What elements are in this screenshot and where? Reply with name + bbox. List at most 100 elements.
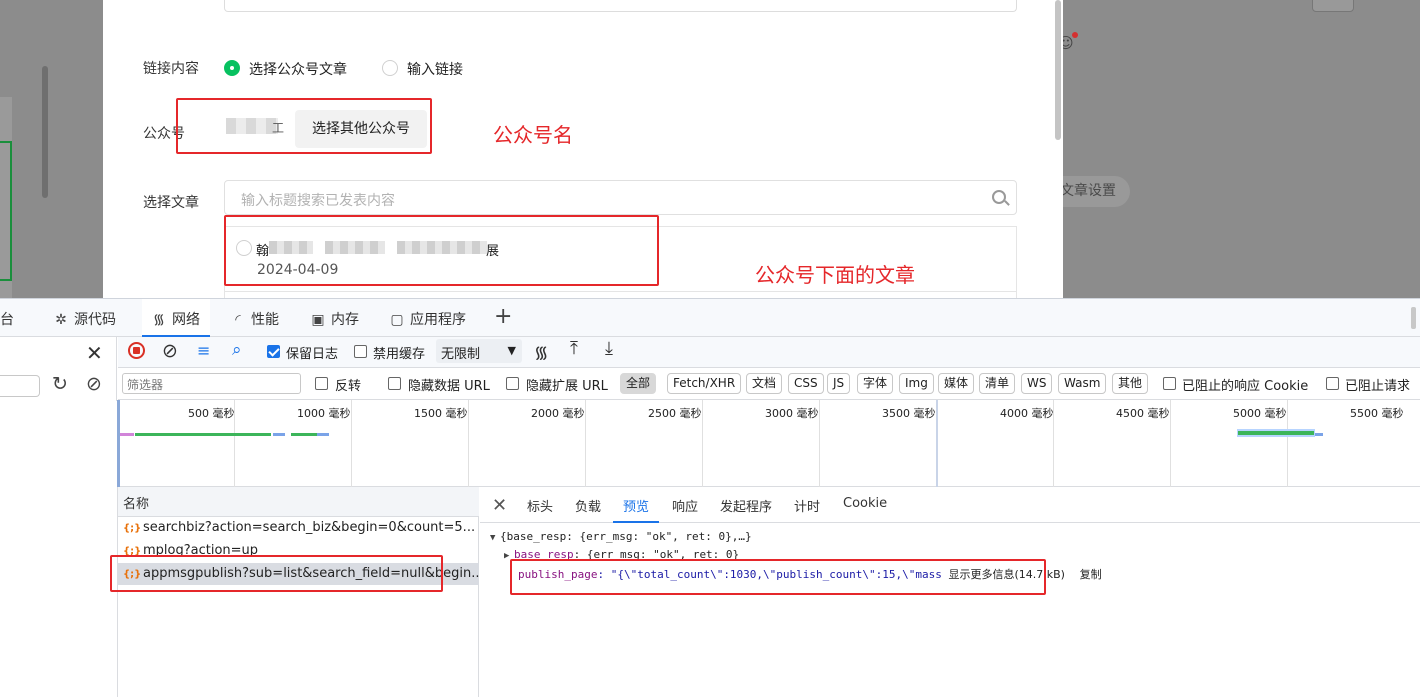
chip-font[interactable]: 字体 [857,373,894,394]
search-icon[interactable]: ⌕ [232,340,242,360]
annotation-box-articles [224,215,659,286]
request-row[interactable]: {;} searchbiz?action=search_biz&begin=0&c… [118,517,479,539]
invert-checkbox[interactable] [315,377,328,390]
network-toolbar: ⊘ ≡ ⌕ 保留日志 禁用缓存 无限制 ▼ ᯾ ⤒ ⤓ [118,337,1420,368]
chip-doc[interactable]: 文档 [746,373,783,394]
radio-select-article-label[interactable]: 选择公众号文章 [249,59,347,79]
disable-cache-checkbox[interactable] [354,345,367,358]
tab-initiator[interactable]: 发起程序 [720,496,772,515]
filter-placeholder: 筛选器 [127,378,164,392]
devtools-panel: 台 ✲ 源代码 ᯾ 网络 ◜ 性能 ▣ 内存 ▢ 应用程序 + ✕ ↻ ⊘ ⊘ ≡ ⌕ 保… [0,298,1420,697]
network-conditions-icon[interactable]: ᯾ [534,340,548,363]
json-root-line[interactable]: ▼ {base_resp: {err_msg: "ok", ret: 0},…} [490,530,752,543]
page-left-panel [0,97,12,298]
clear-icon[interactable]: ⊘ [162,340,178,362]
name-column-header[interactable]: 名称 [118,487,479,517]
chip-css[interactable]: CSS [788,373,824,394]
chip-media[interactable]: 媒体 [938,373,975,394]
article-settings-button[interactable]: 文章设置 [1058,176,1130,207]
tab-network[interactable]: ᯾ 网络 [142,299,210,337]
filter-icon[interactable]: ≡ [197,341,210,360]
article-search-input[interactable]: 输入标题搜索已发表内容 [224,180,1017,215]
tab-memory[interactable]: ▣ 内存 [309,309,359,329]
timeline-label: 3000 毫秒 [765,407,819,420]
tab-cookies[interactable]: Cookie [843,496,887,511]
tab-bar-scrollbar[interactable] [1411,307,1416,329]
timeline-bar [317,433,329,436]
search-icon[interactable] [992,190,1006,204]
radio-input-link-label[interactable]: 输入链接 [407,59,463,79]
tab-console[interactable]: 台 [0,309,14,329]
tab-headers[interactable]: 标头 [527,496,553,515]
timeline-label: 5000 毫秒 [1233,407,1287,420]
upload-icon[interactable]: ⤒ [570,338,578,359]
blocked-cookies-checkbox[interactable] [1163,377,1176,390]
network-timeline-overview[interactable]: 500 毫秒 1000 毫秒 1500 毫秒 2000 毫秒 2500 毫秒 3… [117,400,1420,487]
refresh-icon[interactable]: ↻ [52,373,68,395]
hide-ext-url-checkbox[interactable] [506,377,519,390]
blocked-requests-checkbox[interactable] [1326,377,1339,390]
left-side-panel-body [0,401,117,697]
timeline-label: 1000 毫秒 [297,407,351,420]
wifi-icon: ᯾ [153,312,165,328]
tab-response[interactable]: 响应 [672,496,698,515]
tab-preview[interactable]: 预览 [613,487,660,523]
link-title-input[interactable] [224,0,1017,12]
chip-all[interactable]: 全部 [620,373,657,394]
filter-input[interactable]: 筛选器 [122,373,301,394]
tab-application[interactable]: ▢ 应用程序 [388,309,466,329]
radio-input-link[interactable] [382,60,398,76]
timeline-bar [1315,433,1323,436]
block-icon[interactable]: ⊘ [86,373,102,395]
chip-img[interactable]: Img [899,373,934,394]
add-tab-plus-icon[interactable]: + [494,304,512,329]
throttle-select[interactable]: 无限制 ▼ [436,339,522,363]
link-content-label: 链接内容 [143,61,199,77]
tab-timing[interactable]: 计时 [794,496,820,515]
timeline-col: 500 毫秒 [117,400,235,487]
download-icon[interactable]: ⤓ [605,338,613,359]
page-top-right-button[interactable] [1312,0,1354,12]
timeline-label: 500 毫秒 [188,407,235,420]
record-stop-icon[interactable] [128,342,145,359]
left-side-panel: ✕ ↻ ⊘ [0,337,117,401]
timeline-col: 1000 毫秒 [234,400,351,487]
left-filter-input[interactable] [0,375,40,397]
window-icon: ▢ [390,312,404,328]
chip-wasm[interactable]: Wasm [1058,373,1107,394]
close-icon[interactable]: ✕ [492,495,507,516]
tab-payload[interactable]: 负载 [575,496,601,515]
timeline-label: 4500 毫秒 [1116,407,1170,420]
hide-data-url-label: 隐藏数据 URL [408,379,490,394]
preserve-log-checkbox[interactable] [267,345,280,358]
close-icon[interactable]: ✕ [86,341,103,365]
tab-sources[interactable]: ✲ 源代码 [52,309,116,329]
bug-icon: ✲ [55,312,67,328]
expand-triangle-icon[interactable]: ▼ [490,533,500,543]
radio-select-article[interactable] [224,60,240,76]
timeline-bar [135,433,271,436]
timeline-label: 4000 毫秒 [1000,407,1054,420]
chip-ws[interactable]: WS [1021,373,1053,394]
chip-fetch-xhr[interactable]: Fetch/XHR [667,373,742,394]
timeline-col: 2000 毫秒 [468,400,585,487]
search-placeholder: 输入标题搜索已发表内容 [241,193,395,209]
timeline-bar [291,433,317,436]
page-scrollbar[interactable] [42,66,48,198]
hide-data-url-checkbox[interactable] [388,377,401,390]
chip-manifest[interactable]: 清单 [979,373,1016,394]
timeline-label: 2000 毫秒 [531,407,585,420]
copy-link[interactable]: 复制 [1080,568,1102,581]
chip-js[interactable]: JS [827,373,851,394]
timeline-label: 1500 毫秒 [414,407,468,420]
modal-scrollbar[interactable] [1055,0,1061,140]
xhr-icon: {;} [123,523,142,534]
timeline-col: 4000 毫秒 [936,400,1054,487]
network-filter-bar: 筛选器 反转 隐藏数据 URL 隐藏扩展 URL 全部 Fetch/XHR 文档… [118,368,1420,400]
tab-performance[interactable]: ◜ 性能 [229,309,279,329]
chip-icon: ▣ [311,312,325,328]
blocked-cookies-label: 已阻止的响应 Cookie [1182,379,1309,394]
blocked-requests-label: 已阻止请求 [1345,379,1411,394]
disable-cache-label: 禁用缓存 [373,347,426,362]
chip-other[interactable]: 其他 [1112,373,1149,394]
